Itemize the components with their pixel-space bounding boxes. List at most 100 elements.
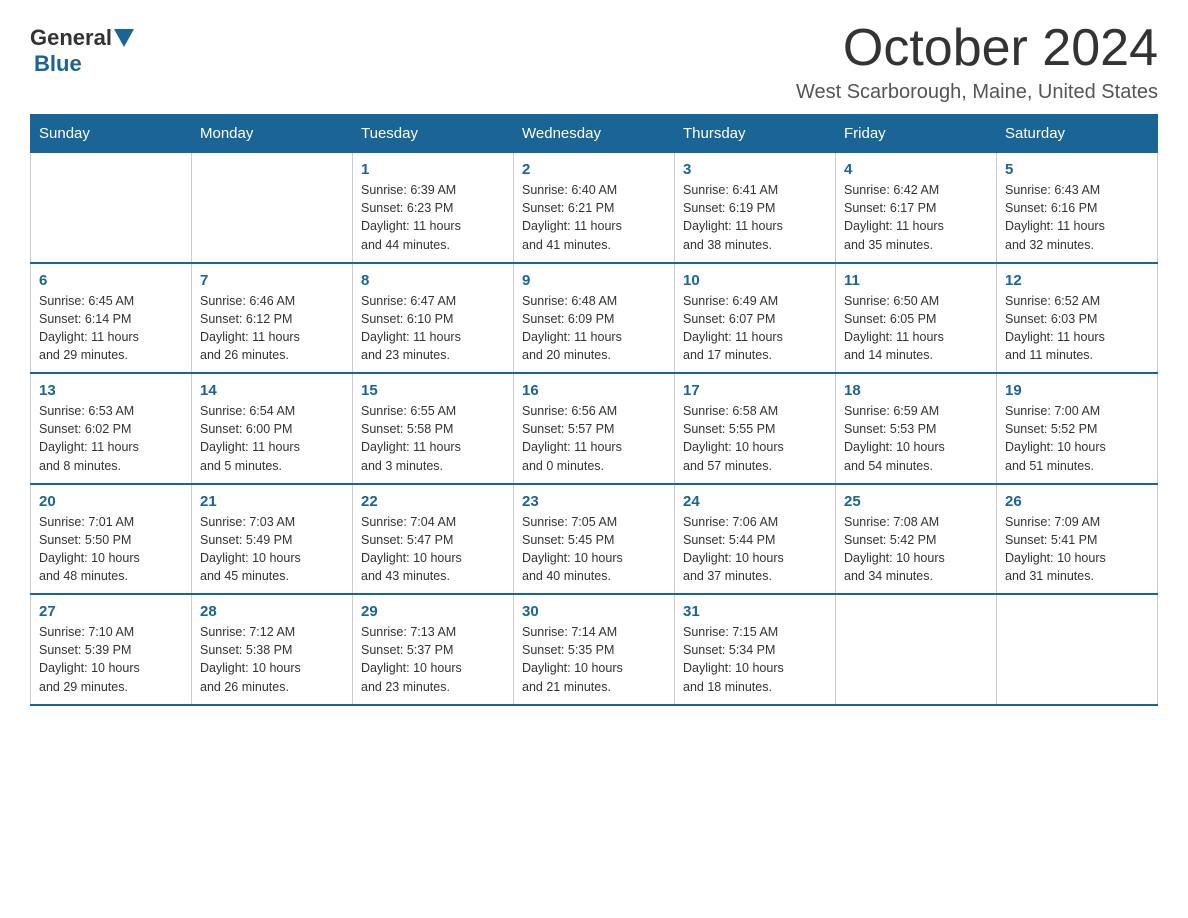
day-number: 4 [844, 161, 988, 178]
day-info: Sunrise: 7:04 AM Sunset: 5:47 PM Dayligh… [361, 513, 505, 586]
day-number: 24 [683, 493, 827, 510]
day-info: Sunrise: 6:43 AM Sunset: 6:16 PM Dayligh… [1005, 181, 1149, 254]
calendar-cell: 3 Sunrise: 6:41 AM Sunset: 6:19 PM Daylig… [675, 153, 836, 263]
calendar-cell: 11 Sunrise: 6:50 AM Sunset: 6:05 PM Dayli… [836, 263, 997, 374]
calendar-cell: 12 Sunrise: 6:52 AM Sunset: 6:03 PM Dayli… [997, 263, 1158, 374]
calendar-header-row: SundayMondayTuesdayWednesdayThursdayFrid… [31, 115, 1158, 153]
day-number: 28 [200, 603, 344, 620]
day-info: Sunrise: 6:49 AM Sunset: 6:07 PM Dayligh… [683, 292, 827, 365]
location-title: West Scarborough, Maine, United States [796, 81, 1158, 104]
day-info: Sunrise: 7:12 AM Sunset: 5:38 PM Dayligh… [200, 623, 344, 696]
day-info: Sunrise: 6:50 AM Sunset: 6:05 PM Dayligh… [844, 292, 988, 365]
calendar-cell: 26 Sunrise: 7:09 AM Sunset: 5:41 PM Dayli… [997, 484, 1158, 595]
calendar-cell: 15 Sunrise: 6:55 AM Sunset: 5:58 PM Dayli… [353, 373, 514, 484]
calendar-cell: 19 Sunrise: 7:00 AM Sunset: 5:52 PM Dayli… [997, 373, 1158, 484]
day-number: 6 [39, 272, 183, 289]
day-number: 23 [522, 493, 666, 510]
calendar-cell: 29 Sunrise: 7:13 AM Sunset: 5:37 PM Dayli… [353, 594, 514, 705]
logo-blue-text: Blue [34, 51, 82, 76]
day-number: 15 [361, 382, 505, 399]
day-number: 13 [39, 382, 183, 399]
day-info: Sunrise: 6:40 AM Sunset: 6:21 PM Dayligh… [522, 181, 666, 254]
day-info: Sunrise: 6:41 AM Sunset: 6:19 PM Dayligh… [683, 181, 827, 254]
day-info: Sunrise: 6:56 AM Sunset: 5:57 PM Dayligh… [522, 402, 666, 475]
day-number: 17 [683, 382, 827, 399]
calendar-cell: 2 Sunrise: 6:40 AM Sunset: 6:21 PM Daylig… [514, 153, 675, 263]
calendar-cell: 25 Sunrise: 7:08 AM Sunset: 5:42 PM Dayli… [836, 484, 997, 595]
day-info: Sunrise: 7:01 AM Sunset: 5:50 PM Dayligh… [39, 513, 183, 586]
day-number: 18 [844, 382, 988, 399]
calendar-cell: 23 Sunrise: 7:05 AM Sunset: 5:45 PM Dayli… [514, 484, 675, 595]
calendar-cell: 21 Sunrise: 7:03 AM Sunset: 5:49 PM Dayli… [192, 484, 353, 595]
day-number: 26 [1005, 493, 1149, 510]
day-info: Sunrise: 7:09 AM Sunset: 5:41 PM Dayligh… [1005, 513, 1149, 586]
calendar-cell: 18Sunrise: 6:59 AM Sunset: 5:53 PM Dayli… [836, 373, 997, 484]
calendar-cell: 10 Sunrise: 6:49 AM Sunset: 6:07 PM Dayli… [675, 263, 836, 374]
day-number: 27 [39, 603, 183, 620]
day-number: 2 [522, 161, 666, 178]
calendar-cell: 8 Sunrise: 6:47 AM Sunset: 6:10 PM Daylig… [353, 263, 514, 374]
day-number: 21 [200, 493, 344, 510]
day-number: 5 [1005, 161, 1149, 178]
day-number: 30 [522, 603, 666, 620]
day-number: 20 [39, 493, 183, 510]
day-header-thursday: Thursday [675, 115, 836, 153]
calendar-cell: 17 Sunrise: 6:58 AM Sunset: 5:55 PM Dayli… [675, 373, 836, 484]
calendar-cell: 1Sunrise: 6:39 AM Sunset: 6:23 PM Daylig… [353, 153, 514, 263]
day-number: 12 [1005, 272, 1149, 289]
day-number: 25 [844, 493, 988, 510]
calendar-cell: 9 Sunrise: 6:48 AM Sunset: 6:09 PM Daylig… [514, 263, 675, 374]
day-number: 19 [1005, 382, 1149, 399]
day-number: 8 [361, 272, 505, 289]
day-info: Sunrise: 6:55 AM Sunset: 5:58 PM Dayligh… [361, 402, 505, 475]
calendar-cell [31, 153, 192, 263]
day-info: Sunrise: 6:48 AM Sunset: 6:09 PM Dayligh… [522, 292, 666, 365]
calendar-cell: 14Sunrise: 6:54 AM Sunset: 6:00 PM Dayli… [192, 373, 353, 484]
calendar-cell: 6 Sunrise: 6:45 AM Sunset: 6:14 PM Daylig… [31, 263, 192, 374]
day-info: Sunrise: 7:10 AM Sunset: 5:39 PM Dayligh… [39, 623, 183, 696]
day-info: Sunrise: 7:05 AM Sunset: 5:45 PM Dayligh… [522, 513, 666, 586]
day-number: 11 [844, 272, 988, 289]
day-info: Sunrise: 7:03 AM Sunset: 5:49 PM Dayligh… [200, 513, 344, 586]
calendar-cell: 24 Sunrise: 7:06 AM Sunset: 5:44 PM Dayli… [675, 484, 836, 595]
day-info: Sunrise: 6:45 AM Sunset: 6:14 PM Dayligh… [39, 292, 183, 365]
day-number: 16 [522, 382, 666, 399]
day-number: 9 [522, 272, 666, 289]
day-number: 10 [683, 272, 827, 289]
day-info: Sunrise: 7:13 AM Sunset: 5:37 PM Dayligh… [361, 623, 505, 696]
week-row-2: 13 Sunrise: 6:53 AM Sunset: 6:02 PM Dayli… [31, 373, 1158, 484]
day-number: 22 [361, 493, 505, 510]
calendar-table: SundayMondayTuesdayWednesdayThursdayFrid… [30, 114, 1158, 706]
day-info: Sunrise: 7:00 AM Sunset: 5:52 PM Dayligh… [1005, 402, 1149, 475]
day-info: Sunrise: 6:53 AM Sunset: 6:02 PM Dayligh… [39, 402, 183, 475]
day-header-wednesday: Wednesday [514, 115, 675, 153]
day-number: 3 [683, 161, 827, 178]
calendar-cell: 13 Sunrise: 6:53 AM Sunset: 6:02 PM Dayli… [31, 373, 192, 484]
calendar-cell: 4Sunrise: 6:42 AM Sunset: 6:17 PM Daylig… [836, 153, 997, 263]
day-info: Sunrise: 7:06 AM Sunset: 5:44 PM Dayligh… [683, 513, 827, 586]
week-row-0: 1Sunrise: 6:39 AM Sunset: 6:23 PM Daylig… [31, 153, 1158, 263]
calendar-cell [192, 153, 353, 263]
day-header-tuesday: Tuesday [353, 115, 514, 153]
calendar-cell: 16 Sunrise: 6:56 AM Sunset: 5:57 PM Dayli… [514, 373, 675, 484]
calendar-cell [836, 594, 997, 705]
day-info: Sunrise: 6:58 AM Sunset: 5:55 PM Dayligh… [683, 402, 827, 475]
logo: General Blue [30, 20, 136, 77]
logo-general-text: General [30, 25, 112, 51]
day-info: Sunrise: 6:47 AM Sunset: 6:10 PM Dayligh… [361, 292, 505, 365]
day-header-saturday: Saturday [997, 115, 1158, 153]
day-number: 31 [683, 603, 827, 620]
calendar-body: 1Sunrise: 6:39 AM Sunset: 6:23 PM Daylig… [31, 153, 1158, 705]
day-header-monday: Monday [192, 115, 353, 153]
calendar-cell: 5 Sunrise: 6:43 AM Sunset: 6:16 PM Daylig… [997, 153, 1158, 263]
week-row-3: 20 Sunrise: 7:01 AM Sunset: 5:50 PM Dayli… [31, 484, 1158, 595]
calendar-cell: 28 Sunrise: 7:12 AM Sunset: 5:38 PM Dayli… [192, 594, 353, 705]
day-header-friday: Friday [836, 115, 997, 153]
day-number: 29 [361, 603, 505, 620]
calendar-cell: 30Sunrise: 7:14 AM Sunset: 5:35 PM Dayli… [514, 594, 675, 705]
calendar-cell: 31Sunrise: 7:15 AM Sunset: 5:34 PM Dayli… [675, 594, 836, 705]
calendar-cell: 20 Sunrise: 7:01 AM Sunset: 5:50 PM Dayli… [31, 484, 192, 595]
day-info: Sunrise: 7:08 AM Sunset: 5:42 PM Dayligh… [844, 513, 988, 586]
day-info: Sunrise: 6:52 AM Sunset: 6:03 PM Dayligh… [1005, 292, 1149, 365]
week-row-1: 6 Sunrise: 6:45 AM Sunset: 6:14 PM Daylig… [31, 263, 1158, 374]
